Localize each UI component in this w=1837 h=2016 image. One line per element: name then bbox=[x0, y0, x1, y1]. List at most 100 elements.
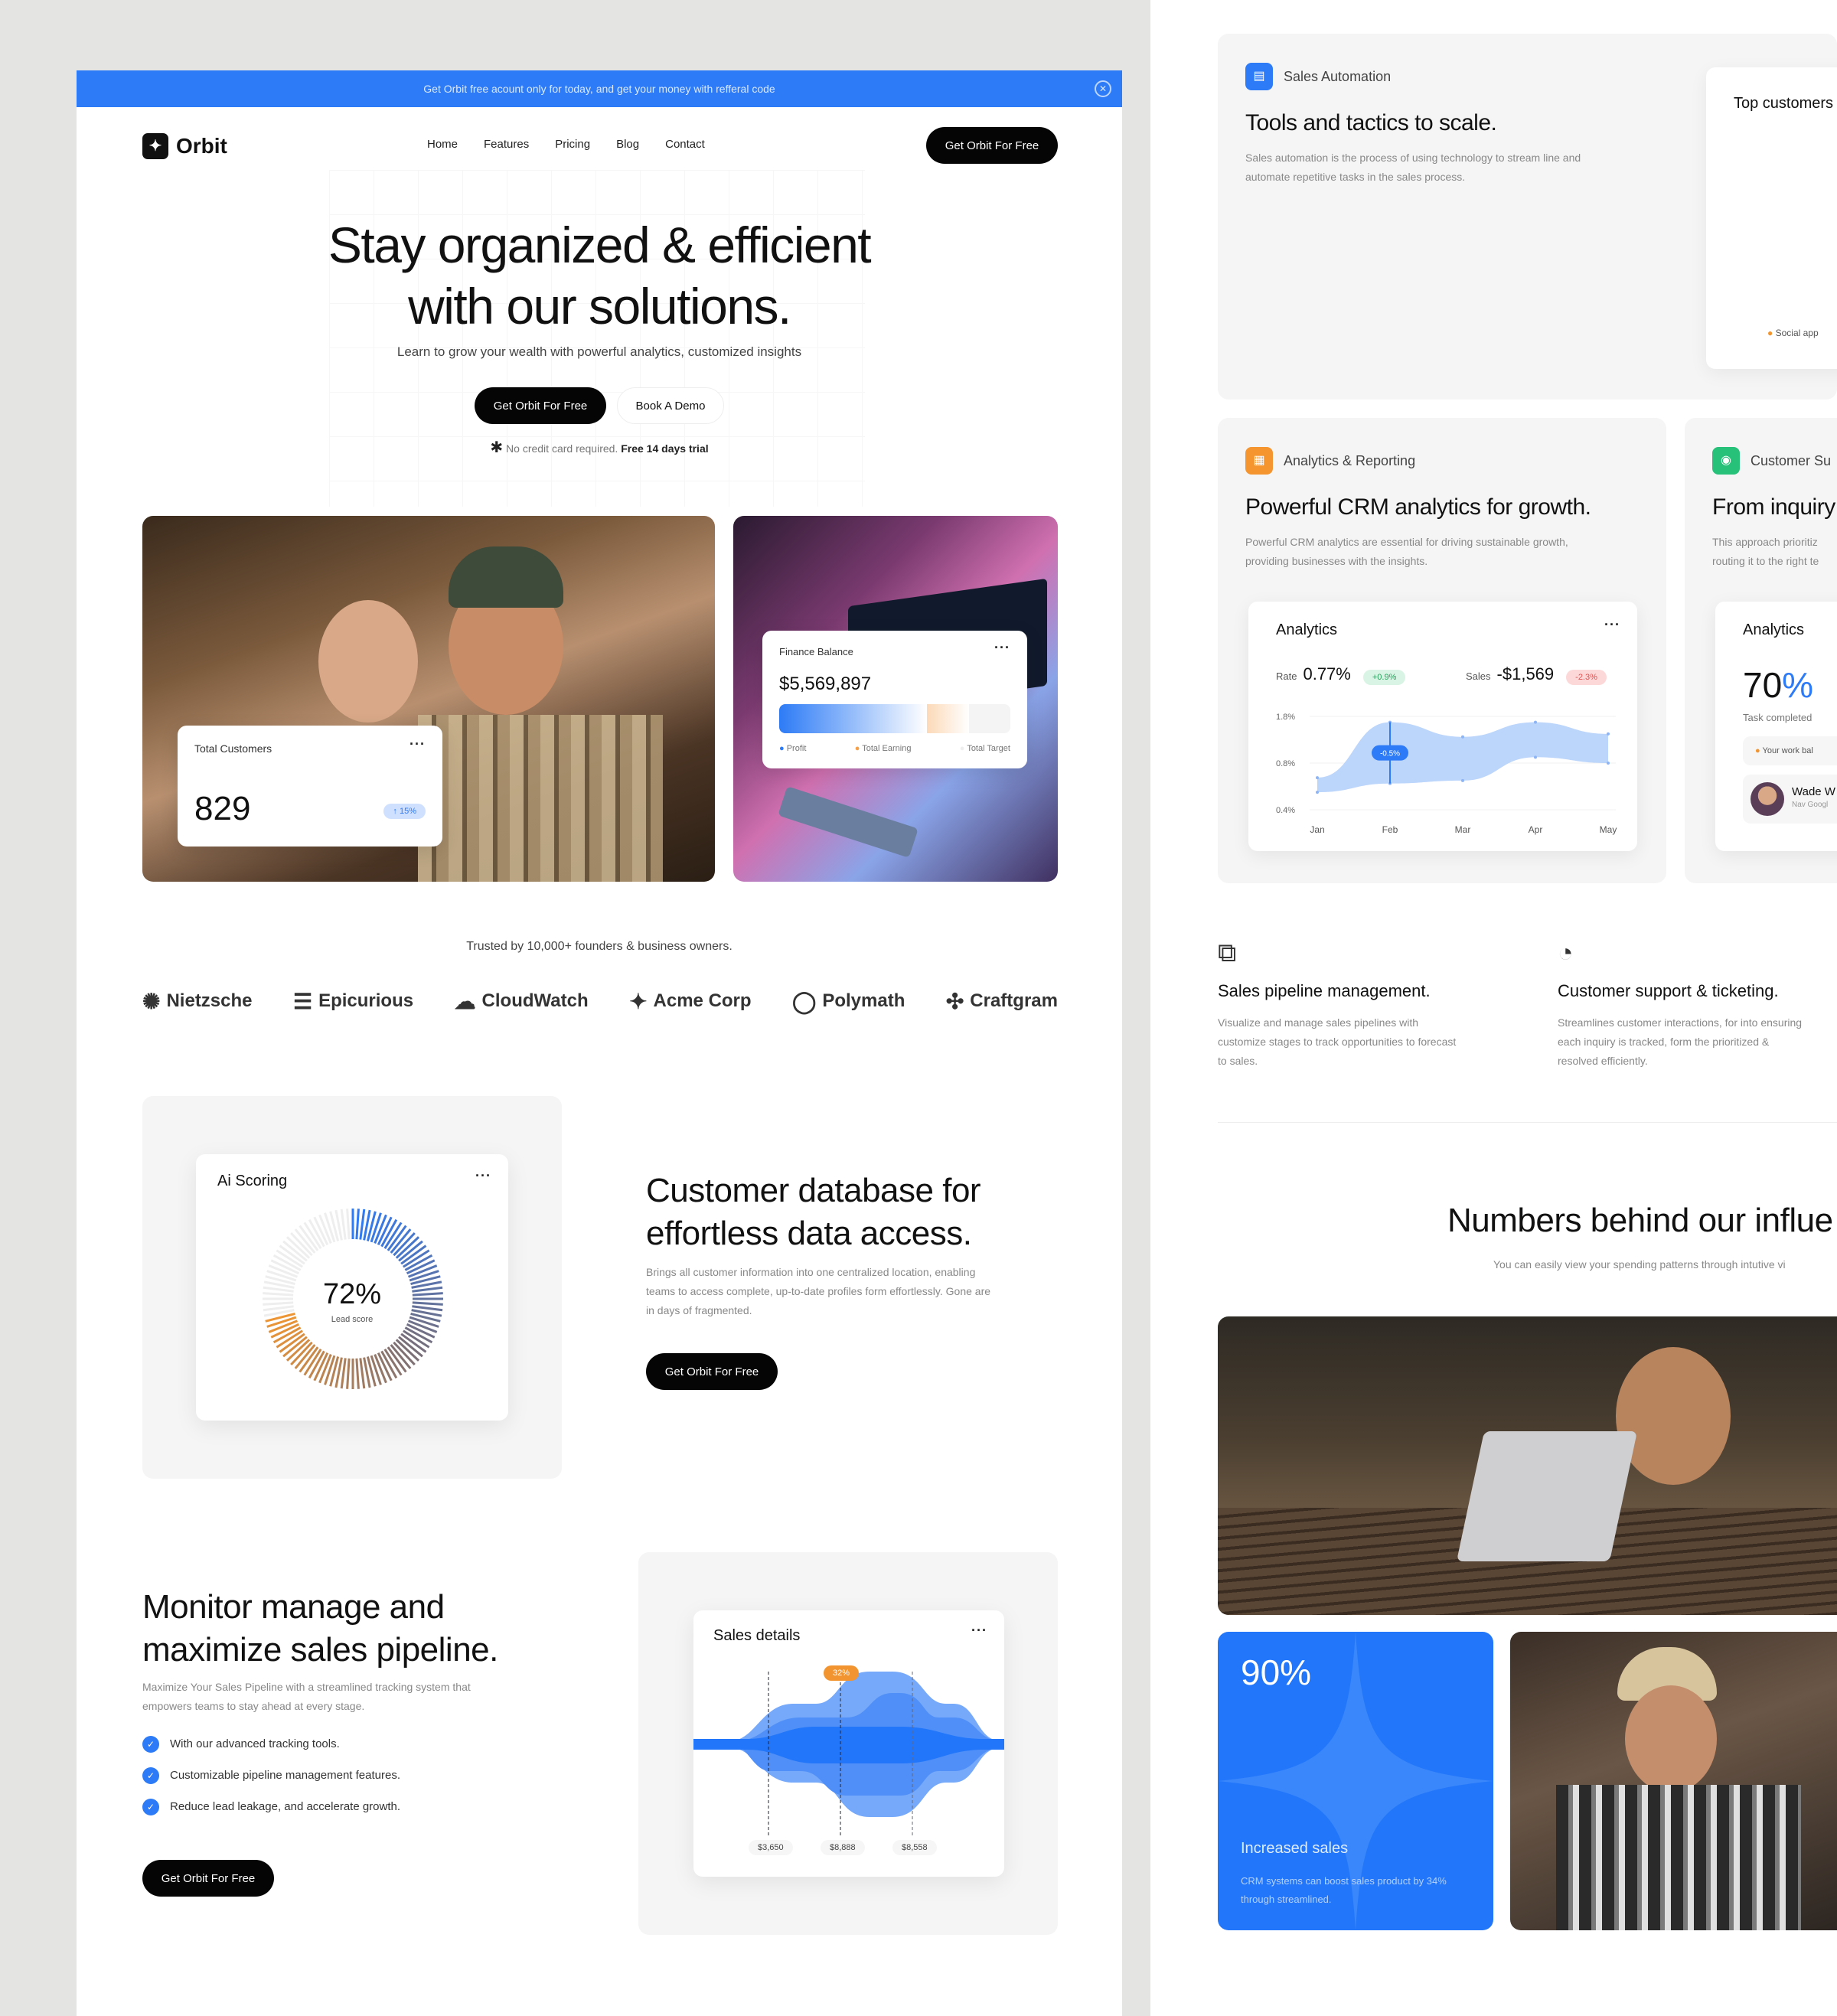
pipeline-nodes-icon: ⧉ bbox=[1218, 938, 1237, 967]
task-value: 70% bbox=[1743, 665, 1814, 705]
close-circle-icon[interactable]: ✕ bbox=[1095, 80, 1111, 97]
more-options-icon[interactable]: ··· bbox=[475, 1168, 491, 1184]
logo-cloudwatch: ☁ CloudWatch bbox=[454, 990, 589, 1013]
customer-support-title: From inquiry bbox=[1712, 494, 1835, 520]
beanie-hat bbox=[449, 546, 563, 608]
sales-stat: Sales -$1,569 -2.3% bbox=[1466, 664, 1607, 685]
x-tick-label: May bbox=[1600, 824, 1617, 835]
plaid-shirt bbox=[418, 715, 663, 882]
nav-cta-button[interactable]: Get Orbit For Free bbox=[926, 127, 1058, 164]
laptop-man-photo bbox=[1218, 1316, 1837, 1615]
ring-icon: ◯ bbox=[792, 990, 817, 1013]
earning-segment bbox=[927, 704, 969, 733]
plaid-shirt bbox=[1556, 1785, 1801, 1930]
finance-legend: ● Profit ● Total Earning ● Total Target bbox=[779, 744, 1010, 753]
nav-pricing[interactable]: Pricing bbox=[555, 138, 590, 151]
numbers-subtitle: You can easily view your spending patter… bbox=[1493, 1258, 1786, 1271]
stacked-bars-icon: ☰ bbox=[292, 990, 313, 1013]
data-point bbox=[1607, 732, 1610, 736]
check-item: ✓ Customizable pipeline management featur… bbox=[142, 1760, 400, 1791]
data-point bbox=[1461, 735, 1464, 739]
customer-db-body: Brings all customer information into one… bbox=[646, 1266, 991, 1316]
task-caption: Task completed bbox=[1743, 712, 1813, 723]
logo-polymath: ◯ Polymath bbox=[792, 990, 905, 1013]
stat-label: Increased sales bbox=[1241, 1840, 1349, 1857]
support-icon: ◉ bbox=[1712, 447, 1740, 475]
data-point bbox=[1316, 776, 1319, 780]
pipeline-title: Monitor manage and maximize sales pipelin… bbox=[142, 1588, 498, 1669]
logo-acme-corp: ✦ Acme Corp bbox=[629, 990, 752, 1013]
person-face-1 bbox=[318, 600, 418, 723]
four-point-star-icon: ✦ bbox=[629, 990, 648, 1013]
nav-home[interactable]: Home bbox=[427, 138, 458, 151]
analytics-body: Powerful CRM analytics are essential for… bbox=[1245, 536, 1568, 567]
features-page: ▤ Sales Automation Tools and tactics to … bbox=[1150, 0, 1837, 2016]
gauge-tick-filled bbox=[359, 1358, 366, 1389]
more-options-icon[interactable]: ··· bbox=[971, 1623, 987, 1639]
legend-profit: ● Profit bbox=[779, 744, 807, 753]
check-item: ✓ With our advanced tracking tools. bbox=[142, 1728, 400, 1760]
more-options-icon[interactable]: ··· bbox=[1604, 617, 1620, 633]
nav-contact[interactable]: Contact bbox=[665, 138, 705, 151]
ai-scoring-card: Ai Scoring ··· 72% Lead score bbox=[196, 1154, 508, 1421]
stat-body: CRM systems can boost sales product by 3… bbox=[1241, 1875, 1447, 1905]
divider bbox=[1218, 1122, 1837, 1123]
profit-segment bbox=[779, 704, 928, 733]
hero-primary-button[interactable]: Get Orbit For Free bbox=[475, 387, 606, 424]
avatar bbox=[1751, 782, 1784, 816]
check-icon: ✓ bbox=[142, 1735, 159, 1753]
nav-features[interactable]: Features bbox=[484, 138, 529, 151]
customer-db-title: Customer database for effortless data acc… bbox=[646, 1172, 981, 1252]
feature-title-pipeline: Sales pipeline management. bbox=[1218, 981, 1431, 1000]
feature-title-support: Customer support & ticketing. bbox=[1558, 981, 1779, 1000]
pipeline-cta[interactable]: Get Orbit For Free bbox=[142, 1860, 274, 1897]
data-point bbox=[1534, 720, 1537, 724]
total-customers-label: Total Customers bbox=[194, 742, 272, 755]
x-tick-label: Feb bbox=[1382, 824, 1398, 835]
legend-earning: ● Total Earning bbox=[854, 744, 912, 753]
book-demo-button[interactable]: Book A Demo bbox=[617, 387, 724, 424]
y-tick-label: 1.8% bbox=[1276, 713, 1295, 722]
trial-note: ✱ No credit card required. Free 14 days … bbox=[490, 439, 709, 456]
sales-change-badge: -2.3% bbox=[1566, 670, 1607, 685]
finance-progress-bar bbox=[779, 704, 1010, 733]
keyboard-shape bbox=[778, 786, 918, 858]
pipeline-checklist: ✓ With our advanced tracking tools. ✓ Cust… bbox=[142, 1728, 400, 1822]
total-customers-card: Total Customers ··· 829 ↑ 15% bbox=[178, 726, 442, 847]
task-card-label: Analytics bbox=[1743, 621, 1805, 638]
person-name: Wade W bbox=[1792, 785, 1835, 798]
data-point bbox=[1607, 762, 1610, 765]
coffee-man-photo bbox=[1510, 1632, 1837, 1930]
marker-value-1: $3,650 bbox=[749, 1840, 793, 1855]
sales-details-label: Sales details bbox=[713, 1627, 801, 1644]
x-tick-label: Apr bbox=[1529, 824, 1543, 835]
feature-body-support: Streamlines customer interactions, for i… bbox=[1558, 1016, 1803, 1067]
hero-subtitle: Learn to grow your wealth with powerful … bbox=[396, 344, 802, 359]
more-options-icon[interactable]: ··· bbox=[409, 736, 426, 752]
customer-db-cta[interactable]: Get Orbit For Free bbox=[646, 1353, 778, 1390]
ai-scoring-label: Ai Scoring bbox=[217, 1173, 288, 1189]
brand-logo[interactable]: ✦ Orbit bbox=[142, 133, 227, 159]
check-icon: ✓ bbox=[142, 1766, 159, 1784]
customers-change-badge: ↑ 15% bbox=[383, 804, 426, 819]
logo-craftgram: ✣ Craftgram bbox=[945, 990, 1058, 1013]
ai-score-caption: Lead score bbox=[331, 1315, 374, 1324]
person-row: Wade W Nav Googl bbox=[1743, 775, 1837, 824]
customer-support-tag: ◉ Customer Su bbox=[1712, 447, 1831, 475]
analytics-card: Analytics ··· Rate 0.77% +0.9% Sales -$1… bbox=[1248, 602, 1637, 851]
person-subtitle: Nav Googl bbox=[1792, 801, 1829, 809]
marker-value-2: $8,888 bbox=[821, 1840, 865, 1855]
chart-doc-icon: ▦ bbox=[1245, 447, 1273, 475]
customer-support-body: This approach prioritiz routing it to the… bbox=[1712, 536, 1819, 567]
sales-details-card: Sales details ··· 32% $3,650 $8,888 $8,5… bbox=[693, 1610, 1004, 1877]
person-face bbox=[1625, 1685, 1717, 1793]
pinwheel-icon: ✣ bbox=[945, 990, 964, 1013]
more-options-icon[interactable]: ··· bbox=[994, 640, 1010, 656]
finance-balance-card: Finance Balance ··· $5,569,897 ● Profit … bbox=[762, 631, 1027, 768]
y-tick-label: 0.4% bbox=[1276, 806, 1295, 815]
logo-nietzsche: ✺ Nietzsche bbox=[142, 990, 253, 1013]
document-icon: ▤ bbox=[1245, 63, 1273, 90]
logo-epicurious: ☰ Epicurious bbox=[292, 990, 414, 1013]
nav-blog[interactable]: Blog bbox=[616, 138, 639, 151]
feature-body-pipeline: Visualize and manage sales pipelines wit… bbox=[1218, 1016, 1457, 1067]
